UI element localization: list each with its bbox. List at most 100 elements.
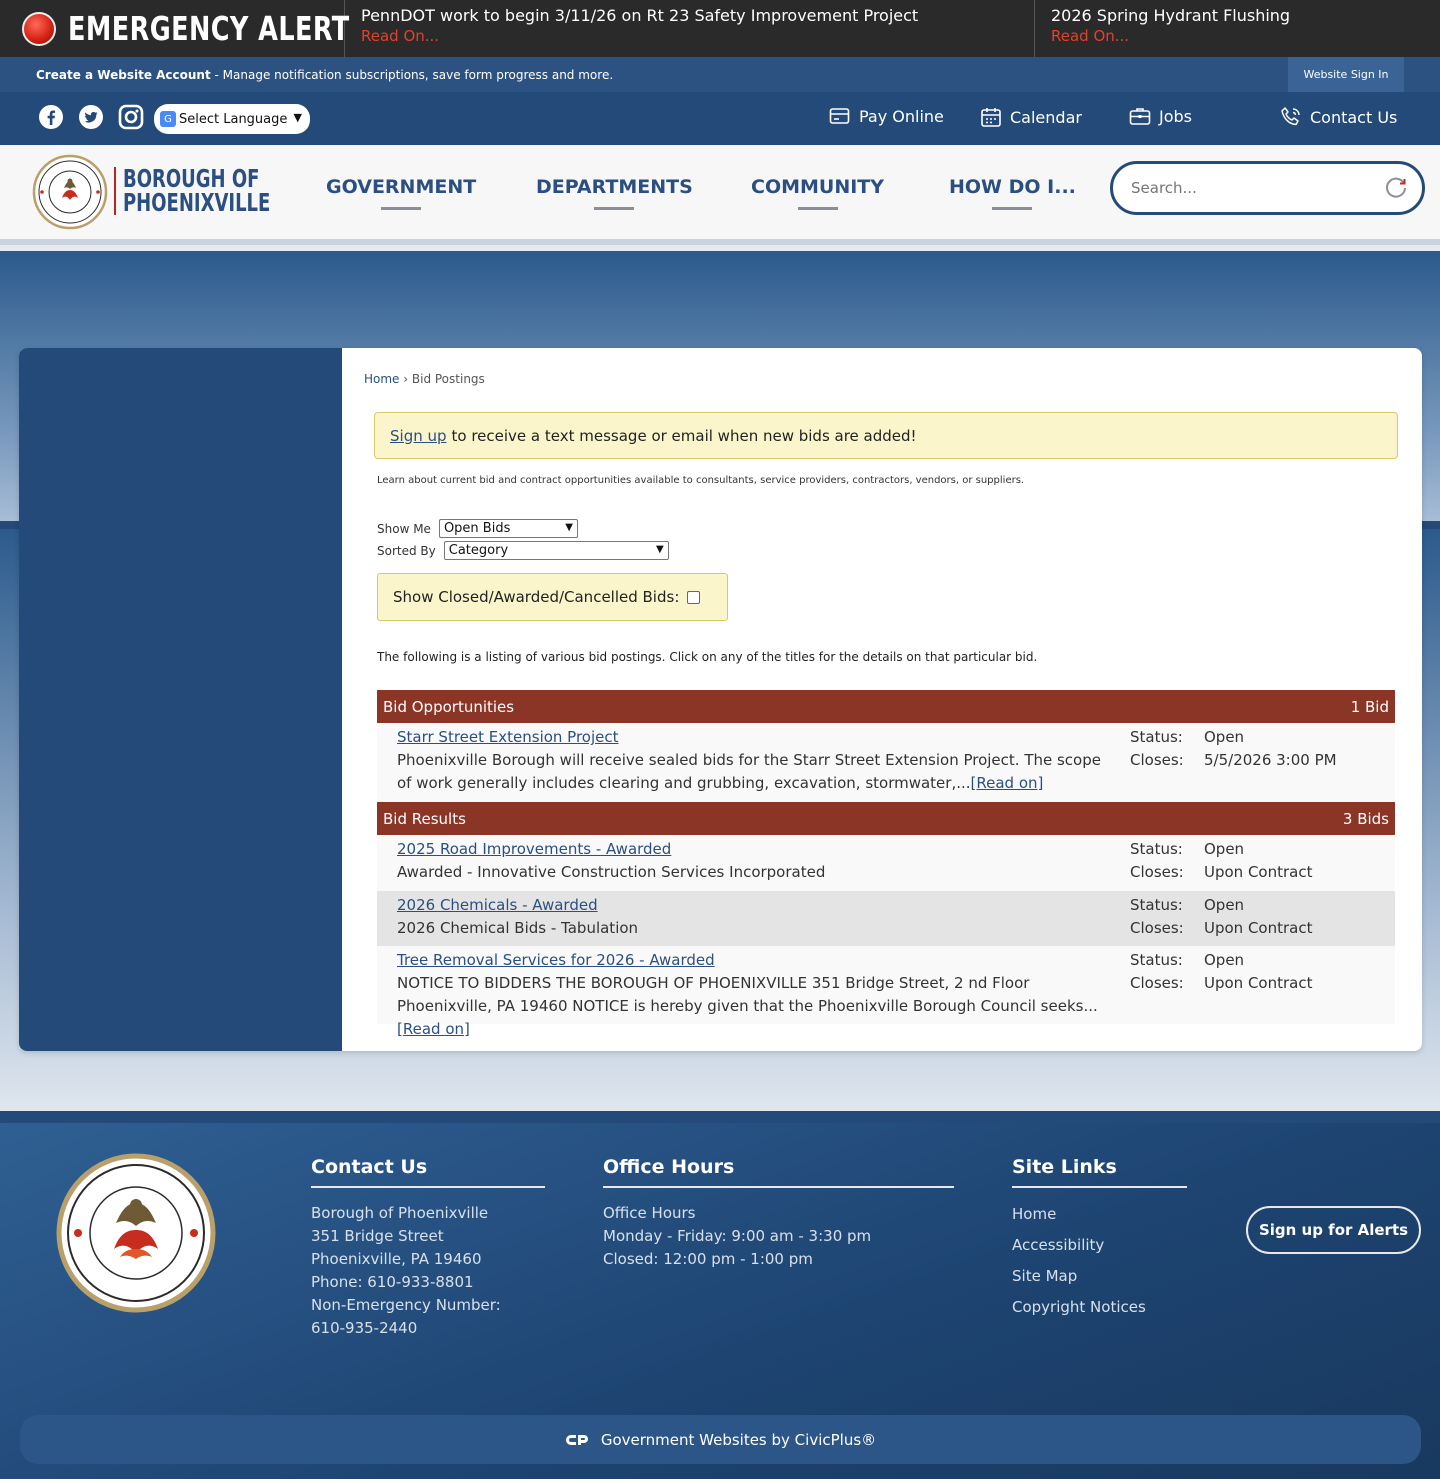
section-header-bid-opportunities: Bid Opportunities 1 Bid <box>377 690 1395 723</box>
bid-postings-content: Home › Bid Postings Sign up to receive a… <box>342 348 1422 1051</box>
breadcrumb-separator: › <box>399 372 412 386</box>
breadcrumb-current: Bid Postings <box>411 372 485 386</box>
briefcase-icon <box>1129 108 1151 125</box>
sorted-by-select[interactable]: Category ▼ <box>443 541 669 560</box>
alert-read-on-link[interactable]: Read On... <box>361 26 1034 46</box>
bid-title-link[interactable]: Starr Street Extension Project <box>397 726 1117 749</box>
chevron-down-icon: ▼ <box>293 111 302 124</box>
contact-us-link[interactable]: Contact Us <box>1280 106 1397 128</box>
contact-line: Non-Emergency Number: <box>311 1296 501 1314</box>
pay-online-label[interactable]: Pay Online <box>859 107 944 126</box>
footer-hours-title: Office Hours <box>603 1156 954 1188</box>
contact-phone[interactable]: Phone: 610-933-8801 <box>311 1271 545 1294</box>
footer-office-hours: Office Hours Office Hours Monday - Frida… <box>603 1156 954 1271</box>
create-account-description: - Manage notification subscriptions, sav… <box>210 67 614 82</box>
footer-link-site-map[interactable]: Site Map <box>1012 1261 1187 1292</box>
bid-closes: Upon Contract <box>1204 863 1313 881</box>
nav-community[interactable]: COMMUNITY <box>751 176 884 210</box>
bid-title-link[interactable]: 2025 Road Improvements - Awarded <box>397 838 1117 861</box>
borough-seal-logo[interactable] <box>32 154 108 230</box>
alert-item-penndot[interactable]: PennDOT work to begin 3/11/26 on Rt 23 S… <box>345 0 1035 57</box>
calendar-label[interactable]: Calendar <box>1010 108 1082 127</box>
alert-item-text[interactable]: PennDOT work to begin 3/11/26 on Rt 23 S… <box>361 6 1034 26</box>
sign-up-alerts-button[interactable]: Sign up for Alerts <box>1246 1206 1421 1254</box>
nav-how-do-i[interactable]: HOW DO I... <box>949 176 1076 210</box>
facebook-icon[interactable] <box>37 103 65 131</box>
chevron-down-icon: ▼ <box>656 544 664 555</box>
contact-us-label[interactable]: Contact Us <box>1310 108 1397 127</box>
bid-title-link[interactable]: 2026 Chemicals - Awarded <box>397 894 1117 917</box>
create-account-text[interactable]: Create a Website Account - Manage notifi… <box>36 68 613 82</box>
read-on-link[interactable]: [Read on] <box>397 1020 470 1038</box>
bid-meta: Status: Open Closes: Upon Contract <box>1130 838 1390 884</box>
sorted-by-label: Sorted By <box>377 543 436 558</box>
sign-up-text: to receive a text message or email when … <box>451 426 917 445</box>
closes-label: Closes: <box>1130 974 1184 992</box>
jobs-link[interactable]: Jobs <box>1129 106 1192 126</box>
bid-details: Starr Street Extension Project Phoenixvi… <box>397 726 1117 795</box>
create-account-link[interactable]: Create a Website Account <box>36 68 211 82</box>
footer-contact: Contact Us Borough of Phoenixville 351 B… <box>311 1156 545 1340</box>
alert-read-on-link[interactable]: Read On... <box>1051 26 1440 46</box>
status-label: Status: <box>1130 728 1183 746</box>
bid-row: 2026 Chemicals - Awarded 2026 Chemical B… <box>377 891 1395 946</box>
status-label: Status: <box>1130 896 1183 914</box>
wordmark-line-2: PHOENIXVILLE <box>123 188 271 217</box>
section-name: Bid Opportunities <box>383 697 515 716</box>
bid-details: 2025 Road Improvements - Awarded Awarded… <box>397 838 1117 884</box>
calendar-link[interactable]: Calendar <box>980 106 1082 128</box>
show-me-select[interactable]: Open Bids ▼ <box>438 519 578 538</box>
search-input[interactable] <box>1131 176 1371 200</box>
bid-title-link[interactable]: Tree Removal Services for 2026 - Awarded <box>397 949 1117 972</box>
instagram-icon[interactable] <box>117 103 145 131</box>
calendar-icon <box>981 108 1001 127</box>
search-icon[interactable] <box>1383 175 1409 201</box>
alert-item-hydrant[interactable]: 2026 Spring Hydrant Flushing Read On... <box>1035 0 1440 57</box>
show-me-select-value: Open Bids <box>443 521 511 536</box>
footer-link-copyright[interactable]: Copyright Notices <box>1012 1292 1187 1323</box>
pay-online-link[interactable]: Pay Online <box>829 106 944 126</box>
sign-up-link[interactable]: Sign up <box>390 427 447 445</box>
bid-closes: Upon Contract <box>1204 974 1313 992</box>
language-select[interactable]: G Select Language ▼ <box>154 104 310 134</box>
read-on-link[interactable]: [Read on] <box>971 774 1044 792</box>
language-select-value: Select Language <box>179 111 288 127</box>
closes-label: Closes: <box>1130 919 1184 937</box>
show-closed-checkbox[interactable] <box>687 590 701 604</box>
main-card: Home › Bid Postings Sign up to receive a… <box>19 348 1422 1051</box>
listing-description: The following is a listing of various bi… <box>377 650 1038 664</box>
civicplus-text[interactable]: Government Websites by CivicPlus® <box>601 1431 876 1449</box>
footer-stripe <box>0 1111 1440 1123</box>
bid-description: NOTICE TO BIDDERS THE BOROUGH OF PHOENIX… <box>397 974 1098 1015</box>
read-on-label[interactable]: Read on <box>976 774 1037 792</box>
nav-government[interactable]: GOVERNMENT <box>326 176 476 210</box>
contact-line: Borough of Phoenixville <box>311 1204 489 1222</box>
jobs-label[interactable]: Jobs <box>1159 107 1192 126</box>
twitter-icon[interactable] <box>77 103 105 131</box>
footer-site-links: Site Links Home Accessibility Site Map C… <box>1012 1156 1187 1323</box>
footer-link-accessibility[interactable]: Accessibility <box>1012 1230 1187 1261</box>
bid-details: Tree Removal Services for 2026 - Awarded… <box>397 949 1117 1041</box>
borough-wordmark[interactable]: BOROUGH OF PHOENIXVILLE <box>114 166 307 217</box>
contact-line: Phoenixville, PA 19460 <box>311 1250 482 1268</box>
section-name: Bid Results <box>383 809 466 828</box>
contact-non-emergency-phone[interactable]: 610-935-2440 <box>311 1317 545 1340</box>
footer-link-home[interactable]: Home <box>1012 1199 1187 1230</box>
civicplus-bar[interactable]: Government Websites by CivicPlus® <box>20 1415 1421 1464</box>
emergency-alert-bar: EMERGENCY ALERT PennDOT work to begin 3/… <box>0 0 1440 57</box>
read-on-label[interactable]: Read on <box>403 1020 464 1038</box>
nav-departments[interactable]: DEPARTMENTS <box>536 176 693 210</box>
breadcrumb-home-link[interactable]: Home <box>364 372 399 386</box>
alert-beacon-icon <box>22 11 56 46</box>
show-closed-toggle: Show Closed/Awarded/Cancelled Bids: <box>377 573 728 621</box>
bid-description: 2026 Chemical Bids - Tabulation <box>397 919 639 937</box>
bid-description: Awarded - Innovative Construction Servic… <box>397 863 826 881</box>
contact-line: 351 Bridge Street <box>311 1227 444 1245</box>
alert-item-text[interactable]: 2026 Spring Hydrant Flushing <box>1051 6 1440 26</box>
bid-signup-notice: Sign up to receive a text message or ema… <box>374 412 1398 459</box>
bid-status: Open <box>1204 951 1245 969</box>
bid-row: Starr Street Extension Project Phoenixvi… <box>377 723 1395 802</box>
website-sign-in-button[interactable]: Website Sign In <box>1288 57 1404 92</box>
bid-status: Open <box>1204 896 1245 914</box>
hours-line: Office Hours <box>603 1204 696 1222</box>
